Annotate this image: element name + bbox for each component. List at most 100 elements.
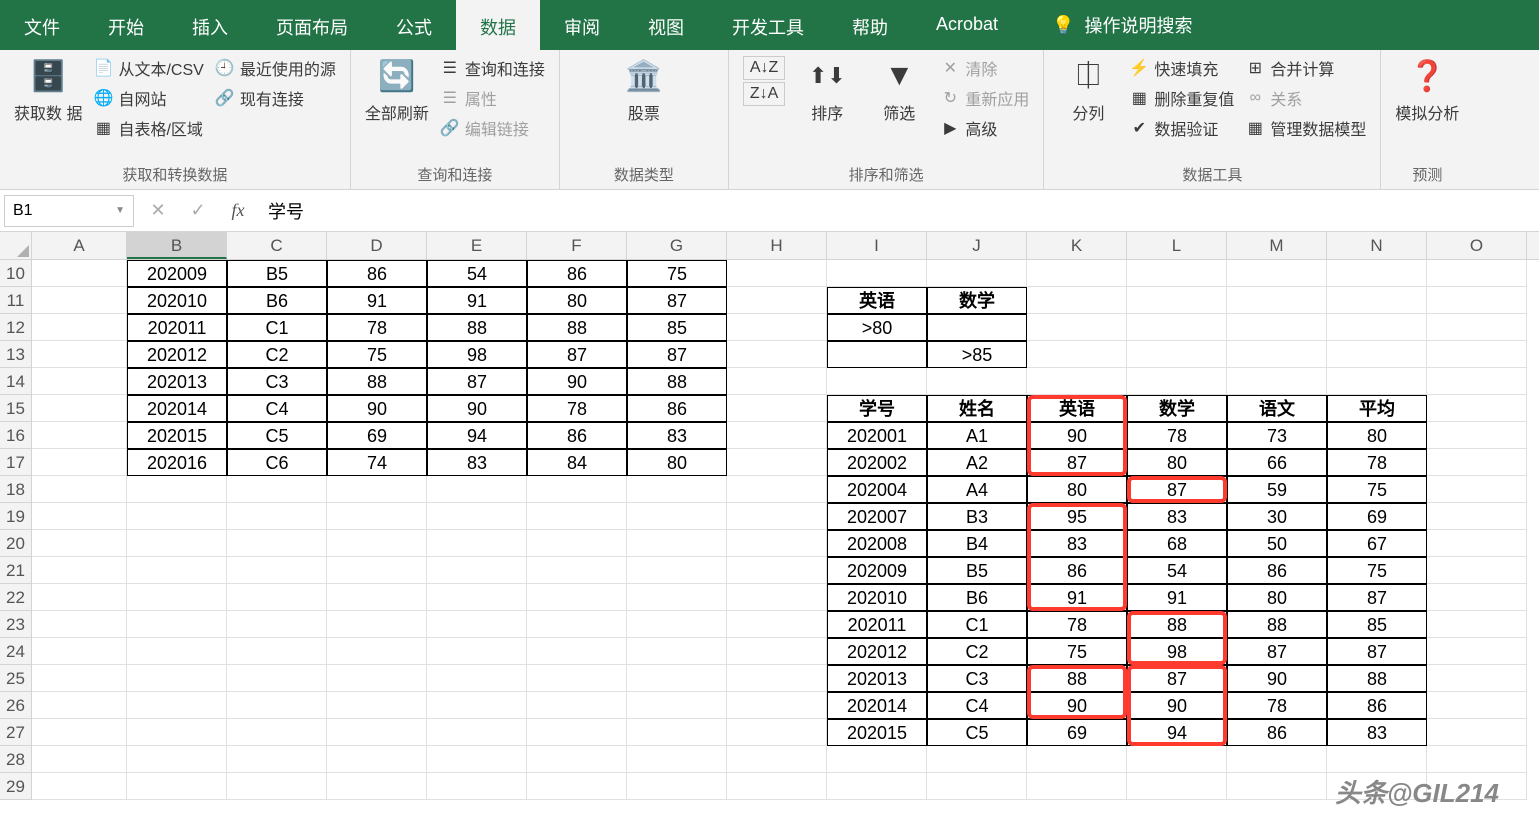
- cell[interactable]: [1427, 260, 1527, 287]
- row-header[interactable]: 20: [0, 530, 32, 557]
- cell[interactable]: 95: [1027, 503, 1127, 530]
- cell[interactable]: [727, 314, 827, 341]
- cell[interactable]: 姓名: [927, 395, 1027, 422]
- existing-connections[interactable]: 🔗现有连接: [216, 86, 336, 110]
- cell[interactable]: [227, 692, 327, 719]
- cell[interactable]: 202015: [127, 422, 227, 449]
- cell[interactable]: [127, 773, 227, 800]
- cell[interactable]: A1: [927, 422, 1027, 449]
- cell[interactable]: 69: [327, 422, 427, 449]
- cell[interactable]: 88: [327, 368, 427, 395]
- cell[interactable]: [627, 611, 727, 638]
- row-header[interactable]: 14: [0, 368, 32, 395]
- refresh-all-button[interactable]: 🔄 全部刷新: [365, 56, 429, 124]
- cell[interactable]: 78: [1027, 611, 1127, 638]
- cell[interactable]: [1227, 368, 1327, 395]
- cell[interactable]: 91: [1027, 584, 1127, 611]
- cell[interactable]: [1427, 692, 1527, 719]
- cell[interactable]: 78: [1227, 692, 1327, 719]
- cell[interactable]: [727, 611, 827, 638]
- cell[interactable]: [1427, 503, 1527, 530]
- stocks-button[interactable]: 🏛️ 股票: [574, 56, 714, 124]
- cell[interactable]: [32, 773, 127, 800]
- cell[interactable]: [927, 746, 1027, 773]
- ribbon-tab-Acrobat[interactable]: Acrobat: [912, 0, 1022, 50]
- cell[interactable]: [427, 638, 527, 665]
- cell[interactable]: 54: [427, 260, 527, 287]
- cell[interactable]: B6: [927, 584, 1027, 611]
- cell[interactable]: [1227, 287, 1327, 314]
- cell[interactable]: 87: [1227, 638, 1327, 665]
- cell[interactable]: 90: [527, 368, 627, 395]
- cell[interactable]: 30: [1227, 503, 1327, 530]
- cell[interactable]: [1427, 449, 1527, 476]
- fx-icon[interactable]: fx: [218, 200, 258, 221]
- cell[interactable]: [427, 611, 527, 638]
- row-header[interactable]: 18: [0, 476, 32, 503]
- cell[interactable]: [627, 719, 727, 746]
- from-text-csv[interactable]: 📄从文本/CSV: [94, 56, 203, 80]
- cell[interactable]: 85: [627, 314, 727, 341]
- cell[interactable]: 87: [627, 341, 727, 368]
- cell[interactable]: 88: [1127, 611, 1227, 638]
- cell[interactable]: 90: [427, 395, 527, 422]
- cell[interactable]: [927, 260, 1027, 287]
- cell[interactable]: 202016: [127, 449, 227, 476]
- cell[interactable]: [1427, 773, 1527, 800]
- cell[interactable]: [927, 368, 1027, 395]
- cell[interactable]: [627, 530, 727, 557]
- cell[interactable]: [127, 476, 227, 503]
- cell[interactable]: [527, 692, 627, 719]
- cell[interactable]: C1: [227, 314, 327, 341]
- cell[interactable]: 86: [1027, 557, 1127, 584]
- cell[interactable]: 202009: [127, 260, 227, 287]
- sheet-area[interactable]: ABCDEFGHIJKLMNO 101112131415161718192021…: [0, 232, 1539, 840]
- cell[interactable]: A2: [927, 449, 1027, 476]
- cell[interactable]: [1327, 341, 1427, 368]
- cell[interactable]: 90: [1127, 692, 1227, 719]
- cell[interactable]: 98: [427, 341, 527, 368]
- cell[interactable]: [1427, 368, 1527, 395]
- cell[interactable]: 英语: [1027, 395, 1127, 422]
- cell[interactable]: [727, 773, 827, 800]
- cell[interactable]: [1027, 368, 1127, 395]
- cell[interactable]: C3: [227, 368, 327, 395]
- cell[interactable]: 88: [1027, 665, 1127, 692]
- cell[interactable]: [1127, 368, 1227, 395]
- ribbon-tab-文件[interactable]: 文件: [0, 0, 84, 50]
- cell[interactable]: [627, 638, 727, 665]
- cell[interactable]: C2: [227, 341, 327, 368]
- cell[interactable]: 90: [1227, 665, 1327, 692]
- cell[interactable]: [327, 476, 427, 503]
- cell[interactable]: 202013: [827, 665, 927, 692]
- cell[interactable]: 202011: [827, 611, 927, 638]
- cell[interactable]: 74: [327, 449, 427, 476]
- cell[interactable]: 91: [427, 287, 527, 314]
- flash-fill[interactable]: ⚡快速填充: [1130, 56, 1234, 80]
- cell[interactable]: [227, 557, 327, 584]
- cell[interactable]: 94: [427, 422, 527, 449]
- cell[interactable]: 83: [427, 449, 527, 476]
- cell[interactable]: >85: [927, 341, 1027, 368]
- cell[interactable]: [227, 503, 327, 530]
- cell[interactable]: [1327, 746, 1427, 773]
- cell[interactable]: B5: [227, 260, 327, 287]
- cell[interactable]: 86: [627, 395, 727, 422]
- cell[interactable]: [32, 341, 127, 368]
- cell[interactable]: 202004: [827, 476, 927, 503]
- cell[interactable]: [1427, 476, 1527, 503]
- cell[interactable]: [727, 503, 827, 530]
- cell[interactable]: [727, 476, 827, 503]
- cell[interactable]: [1427, 584, 1527, 611]
- cell[interactable]: [227, 638, 327, 665]
- cell[interactable]: [1427, 422, 1527, 449]
- cell[interactable]: [32, 557, 127, 584]
- cell[interactable]: 75: [1327, 476, 1427, 503]
- cell[interactable]: 67: [1327, 530, 1427, 557]
- cell[interactable]: 54: [1127, 557, 1227, 584]
- cell[interactable]: 202001: [827, 422, 927, 449]
- ribbon-tab-公式[interactable]: 公式: [372, 0, 456, 50]
- cell[interactable]: [32, 368, 127, 395]
- cell[interactable]: [927, 773, 1027, 800]
- cell[interactable]: 78: [327, 314, 427, 341]
